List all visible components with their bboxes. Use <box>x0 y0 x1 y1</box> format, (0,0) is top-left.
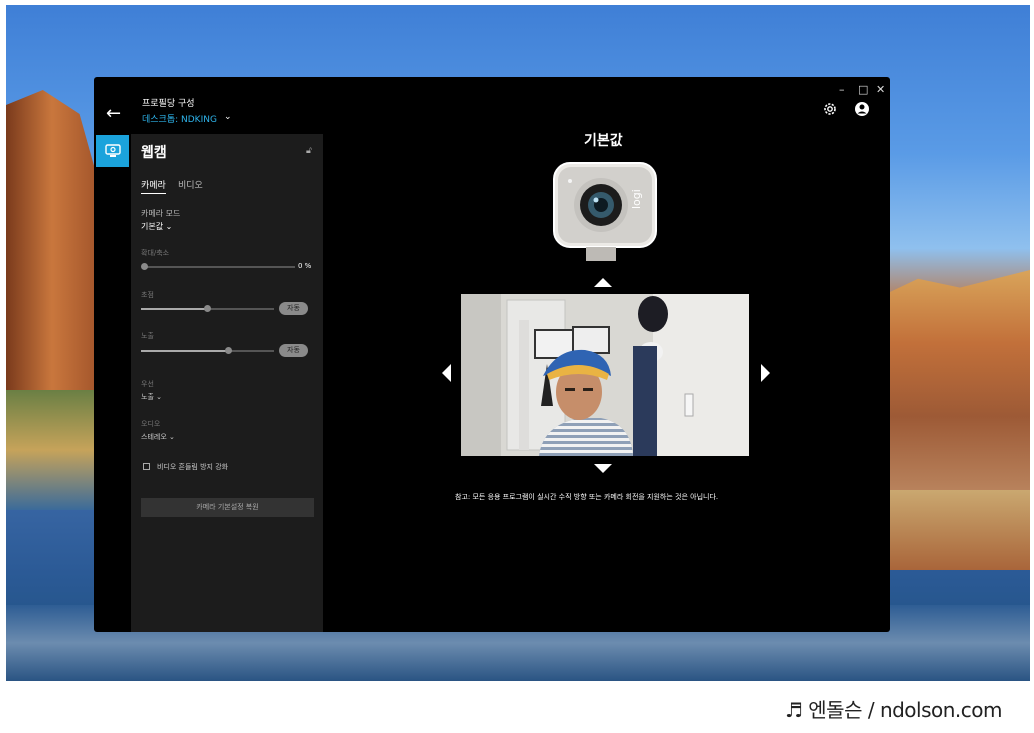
reset-camera-button[interactable]: 카메라 기본설정 복원 <box>141 498 314 517</box>
device-selector[interactable]: 데스크톱: NDKING <box>142 112 217 125</box>
camera-preview-image <box>461 294 749 456</box>
profile-config-title: 프로필당 구성 <box>142 99 195 109</box>
audio-select[interactable]: 스테레오 ⌄ <box>141 432 175 442</box>
tab-camera[interactable]: 카메라 <box>141 178 166 194</box>
rotation-note: 참고: 모든 응용 프로그램이 실시간 수직 방향 또는 카메라 회전을 지원하… <box>455 493 719 501</box>
priority-value: 노출 <box>141 393 154 401</box>
exposure-fill <box>141 350 228 352</box>
exposure-label: 노출 <box>141 332 154 340</box>
zoom-value: 0 % <box>298 262 312 270</box>
camera-preview <box>461 294 749 456</box>
sidebar-item-webcam[interactable] <box>96 135 129 167</box>
webcam-icon <box>104 144 121 157</box>
account-icon[interactable] <box>854 101 870 117</box>
rotate-up-arrow[interactable] <box>594 278 612 287</box>
webcam-device-illustration: logi <box>553 162 657 261</box>
stabilize-checkbox[interactable] <box>143 463 150 470</box>
exposure-auto-toggle[interactable]: 자동 <box>279 344 308 357</box>
chevron-down-icon: ⌄ <box>169 433 175 441</box>
logi-capture-window: – □ ✕ ← 프로필당 구성 데스크톱: NDKING ⌄ 웹캠 🔓︎ 카메라… <box>94 77 890 632</box>
webcam-settings-panel: 웹캠 🔓︎ 카메라 비디오 카메라 모드 기본값 ⌄ 확대/축소 0 % 초점 … <box>131 134 323 632</box>
main-title: 기본값 <box>584 133 623 149</box>
unlock-icon[interactable]: 🔓︎ <box>306 146 312 156</box>
camera-mode-value: 기본값 <box>141 222 164 231</box>
rotate-right-arrow[interactable] <box>761 364 770 382</box>
audio-label: 오디오 <box>141 420 161 428</box>
maximize-icon[interactable]: □ <box>858 83 868 96</box>
focus-label: 초점 <box>141 291 154 299</box>
exposure-knob[interactable] <box>225 347 232 354</box>
zoom-knob[interactable] <box>141 263 148 270</box>
focus-knob[interactable] <box>204 305 211 312</box>
close-icon[interactable]: ✕ <box>876 83 885 96</box>
gear-icon[interactable] <box>822 101 838 117</box>
shore-right <box>890 490 1030 570</box>
chevron-down-icon[interactable]: ⌄ <box>224 112 232 122</box>
rock-cliff-right <box>890 270 1030 490</box>
rotate-down-arrow[interactable] <box>594 464 612 473</box>
chevron-down-icon: ⌄ <box>165 222 173 231</box>
focus-fill <box>141 308 207 310</box>
rotate-left-arrow[interactable] <box>442 364 451 382</box>
panel-title: 웹캠 <box>141 145 167 161</box>
zoom-label: 확대/축소 <box>141 249 170 257</box>
priority-label: 우선 <box>141 380 154 388</box>
audio-value: 스테레오 <box>141 433 167 441</box>
chevron-down-icon: ⌄ <box>156 393 162 401</box>
tab-video[interactable]: 비디오 <box>178 178 203 191</box>
stabilize-label: 비디오 흔들림 방지 강화 <box>157 463 229 471</box>
priority-select[interactable]: 노출 ⌄ <box>141 392 162 402</box>
camera-mode-label: 카메라 모드 <box>141 209 181 218</box>
focus-auto-toggle[interactable]: 자동 <box>279 302 308 315</box>
minimize-icon[interactable]: – <box>839 83 845 96</box>
zoom-slider[interactable] <box>145 266 295 268</box>
camera-mode-select[interactable]: 기본값 ⌄ <box>141 221 172 232</box>
rock-cliff-left <box>6 90 98 390</box>
shore-left <box>6 390 98 510</box>
watermark: ♬ 엔돌슨 / ndolson.com <box>785 698 1003 722</box>
svg-text:logi: logi <box>630 189 643 209</box>
back-arrow-icon[interactable]: ← <box>106 103 121 124</box>
